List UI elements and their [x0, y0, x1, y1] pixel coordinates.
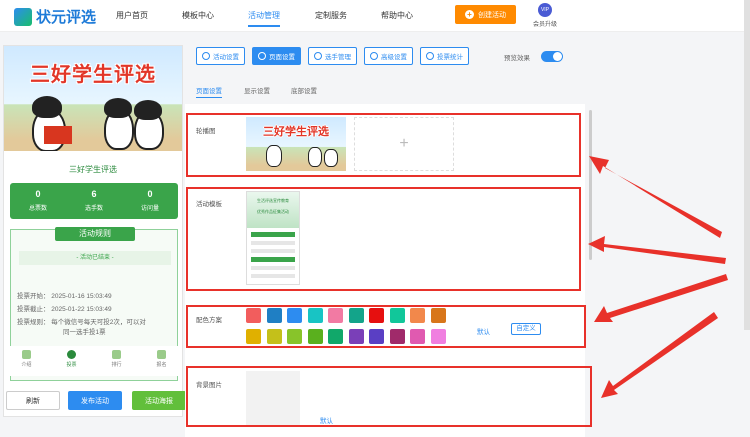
red-arrow	[601, 312, 718, 398]
red-arrow	[594, 274, 728, 322]
red-arrow	[589, 156, 722, 238]
red-arrow	[588, 236, 726, 264]
annotation-arrows	[588, 156, 728, 398]
